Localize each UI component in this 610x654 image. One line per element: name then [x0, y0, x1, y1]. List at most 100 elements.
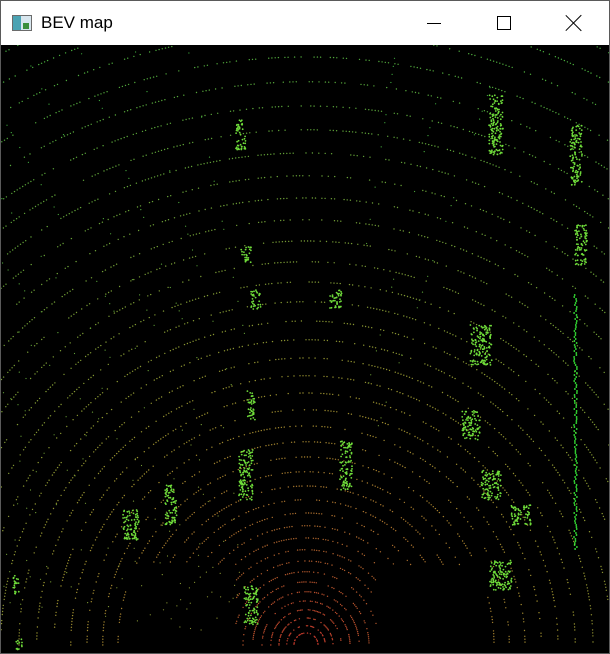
lidar-point — [193, 380, 194, 381]
lidar-point — [257, 614, 259, 616]
lidar-point — [489, 377, 490, 378]
lidar-point — [346, 443, 348, 445]
lidar-point — [8, 49, 9, 50]
lidar-point — [321, 513, 322, 514]
lidar-point — [239, 109, 240, 110]
lidar-point — [76, 157, 77, 158]
lidar-point — [274, 628, 275, 629]
lidar-point — [309, 581, 310, 582]
lidar-point — [321, 633, 322, 634]
lidar-point — [472, 253, 473, 254]
lidar-point — [493, 575, 495, 577]
lidar-point — [63, 574, 64, 575]
lidar-point — [405, 274, 406, 275]
lidar-point — [156, 269, 157, 270]
lidar-point — [608, 444, 609, 445]
lidar-point — [163, 500, 164, 501]
lidar-point — [272, 412, 273, 413]
lidar-point — [344, 429, 345, 430]
lidar-point — [514, 520, 516, 522]
close-button[interactable] — [539, 1, 609, 45]
lidar-point — [476, 369, 477, 370]
lidar-point — [95, 449, 96, 450]
lidar-point — [208, 501, 209, 502]
lidar-point — [560, 445, 561, 446]
lidar-point — [102, 388, 103, 389]
lidar-point — [280, 637, 281, 638]
lidar-point — [252, 624, 254, 626]
lidar-point — [435, 508, 436, 509]
lidar-point — [56, 437, 57, 438]
maximize-button[interactable] — [469, 1, 539, 45]
lidar-point — [463, 433, 465, 435]
lidar-point — [298, 572, 299, 573]
lidar-point — [50, 115, 51, 116]
lidar-point — [200, 276, 201, 277]
lidar-point — [584, 412, 585, 413]
lidar-point — [86, 639, 87, 640]
lidar-point — [357, 631, 358, 632]
lidar-point — [479, 432, 481, 434]
lidar-point — [249, 59, 250, 60]
lidar-point — [572, 398, 573, 399]
lidar-point — [193, 320, 194, 321]
lidar-point — [415, 92, 416, 93]
lidar-point — [277, 577, 278, 578]
lidar-point — [301, 129, 302, 130]
lidar-point — [576, 233, 578, 235]
lidar-point — [223, 541, 224, 542]
lidar-point — [256, 619, 258, 621]
lidar-point — [198, 298, 199, 299]
lidar-point — [419, 533, 420, 534]
lidar-point — [125, 520, 127, 522]
lidar-point — [435, 368, 436, 369]
lidar-point — [467, 228, 468, 229]
lidar-point — [455, 421, 456, 422]
lidar-point — [47, 482, 48, 483]
lidar-point — [554, 300, 555, 301]
lidar-point — [172, 521, 174, 523]
lidar-point — [35, 402, 36, 403]
lidar-point — [8, 340, 9, 341]
lidar-point — [333, 588, 334, 589]
bev-canvas[interactable] — [1, 45, 609, 653]
lidar-point — [123, 600, 124, 601]
lidar-point — [72, 419, 73, 420]
lidar-point — [590, 358, 591, 359]
lidar-point — [478, 256, 479, 257]
lidar-point — [472, 433, 474, 435]
lidar-point — [536, 210, 537, 211]
lidar-point — [275, 411, 276, 412]
lidar-point — [251, 598, 253, 600]
lidar-point — [505, 65, 506, 66]
lidar-point — [103, 560, 104, 561]
lidar-point — [169, 172, 170, 173]
lidar-point — [343, 485, 345, 487]
minimize-button[interactable] — [399, 1, 469, 45]
lidar-point — [76, 592, 77, 593]
lidar-point — [45, 391, 46, 392]
lidar-point — [210, 335, 211, 336]
lidar-point — [158, 199, 159, 200]
lidar-point — [331, 564, 332, 565]
lidar-point — [244, 136, 246, 138]
lidar-point — [74, 475, 75, 476]
lidar-point — [302, 375, 303, 376]
lidar-point — [243, 634, 244, 635]
lidar-point — [90, 402, 91, 403]
lidar-point — [272, 130, 273, 131]
lidar-point — [19, 331, 20, 332]
lidar-point — [478, 340, 480, 342]
lidar-point — [505, 144, 506, 145]
lidar-point — [82, 154, 83, 155]
lidar-point — [250, 615, 252, 617]
lidar-point — [32, 208, 33, 209]
lidar-point — [400, 374, 401, 375]
lidar-point — [129, 372, 130, 373]
lidar-point — [188, 279, 189, 280]
title-bar[interactable]: BEV map — [1, 1, 609, 45]
lidar-point — [181, 238, 182, 239]
lidar-point — [86, 406, 87, 407]
lidar-point — [121, 608, 122, 609]
lidar-point — [100, 345, 101, 346]
